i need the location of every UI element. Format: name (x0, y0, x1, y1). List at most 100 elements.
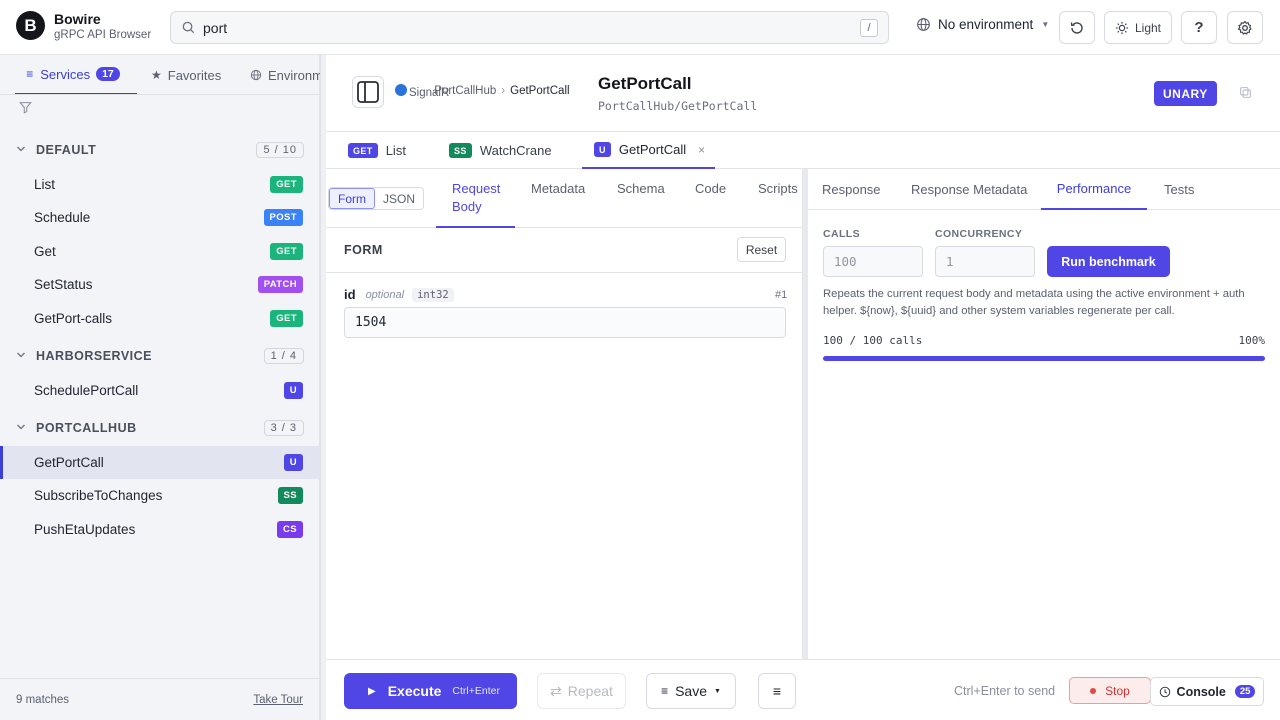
calls-label: CALLS (823, 228, 860, 240)
response-panel: Response Response Metadata Performance T… (808, 169, 1280, 659)
tab-request-body-line2: Body (452, 199, 482, 214)
chevron-down-icon (17, 352, 25, 358)
tab-performance[interactable]: Performance (1041, 169, 1147, 210)
method-kind-badge: UNARY (1154, 81, 1217, 106)
sidebar-tabs: ≡ Services 17 ★ Favorites Environments (0, 55, 320, 95)
menu-icon: ≡ (772, 683, 782, 699)
request-tab-watchcrane[interactable]: SS WatchCrane (449, 132, 552, 169)
environment-select[interactable]: No environment ▼ (916, 17, 1049, 32)
progress-percent: 100% (1238, 334, 1266, 347)
chevron-down-icon: ▼ (1041, 20, 1050, 29)
menu-button[interactable]: ≡ (758, 673, 796, 709)
group-header-portcallhub[interactable]: PORTCALLHUB 3 / 3 (0, 413, 320, 443)
list-icon: ≡ (26, 67, 34, 81)
mode-form-button[interactable]: Form (329, 188, 375, 209)
tab-services[interactable]: ≡ Services 17 (15, 55, 137, 94)
globe-icon (917, 18, 930, 31)
group-count: 1 / 4 (263, 348, 304, 364)
list-item-pushetaupdates[interactable]: PushEtaUpdates CS (0, 513, 320, 546)
tab-request-body[interactable]: Request Body (436, 169, 515, 228)
list-item-getport-calls[interactable]: GetPort-calls GET (0, 302, 320, 335)
tab-favorites[interactable]: ★ Favorites (151, 55, 221, 94)
repeat-icon: ⇄ (550, 682, 562, 699)
method-badge-post: POST (263, 209, 303, 226)
tab-metadata[interactable]: Metadata (531, 181, 585, 196)
stop-icon (1090, 687, 1097, 694)
tab-schema[interactable]: Schema (617, 181, 665, 196)
help-icon: ? (1194, 19, 1204, 36)
method-badge-get: GET (270, 176, 303, 193)
request-tab-label: GetPortCall (618, 142, 687, 157)
top-bar: B Bowire gRPC API Browser / No environme… (0, 0, 1280, 55)
list-icon: ≡ (661, 684, 669, 698)
reset-button[interactable]: Reset (737, 237, 786, 262)
progress-text: 100 / 100 calls (823, 334, 923, 347)
id-field[interactable]: 1504 (344, 307, 786, 338)
tab-code[interactable]: Code (695, 181, 726, 196)
repeat-button[interactable]: ⇄ Repeat (537, 673, 626, 709)
tab-tests[interactable]: Tests (1164, 169, 1194, 210)
concurrency-input[interactable]: 1 (935, 246, 1035, 277)
group-header-default[interactable]: DEFAULT 5 / 10 (0, 135, 320, 165)
list-item-get[interactable]: Get GET (0, 235, 320, 268)
clock-icon (1159, 686, 1170, 697)
save-button[interactable]: ≡ Save ▼ (646, 673, 736, 709)
console-label: Console (1176, 684, 1226, 699)
calls-input[interactable]: 100 (823, 246, 923, 277)
mode-json-button[interactable]: JSON (375, 188, 423, 209)
list-item-list[interactable]: List GET (0, 168, 320, 201)
run-benchmark-button[interactable]: Run benchmark (1047, 246, 1170, 277)
field-name: id (344, 287, 356, 302)
close-icon[interactable]: × (698, 143, 705, 157)
search-input[interactable] (203, 17, 823, 39)
request-tab-list[interactable]: GET List (348, 132, 406, 169)
field-optional-tag: optional (365, 288, 405, 301)
list-item-subscribetochanges[interactable]: SubscribeToChanges SS (0, 479, 320, 512)
list-item-getportcall[interactable]: GetPortCall U (0, 446, 320, 479)
method-badge-get: GET (270, 243, 303, 260)
group-name: DEFAULT (36, 143, 97, 157)
method-name: List (34, 177, 56, 192)
main-panel: SignalR PortCallHub › GetPortCall GetPor… (326, 55, 1280, 720)
tab-request-body-line1: Request (452, 181, 501, 196)
sidebar: ≡ Services 17 ★ Favorites Environments D… (0, 55, 320, 720)
request-tab-getportcall[interactable]: U GetPortCall × (582, 132, 715, 169)
sun-icon (1115, 21, 1129, 34)
concurrency-label: CONCURRENCY (935, 228, 1023, 240)
method-badge-unary: U (283, 454, 303, 471)
theme-toggle-button[interactable]: Light (1104, 11, 1172, 44)
tab-response-metadata[interactable]: Response Metadata (911, 169, 1027, 210)
tab-request-body-label: Request Body (452, 180, 500, 216)
method-badge-server-stream: SS (449, 143, 472, 158)
sidebar-toggle-button[interactable] (352, 76, 384, 108)
signalr-icon (395, 84, 407, 96)
group-count: 5 / 10 (256, 142, 304, 158)
method-name: GetPort-calls (34, 311, 113, 326)
page-title: GetPortCall (598, 74, 692, 93)
list-item-scheduleportcall[interactable]: SchedulePortCall U (0, 374, 320, 407)
history-button[interactable] (1059, 11, 1095, 44)
tab-response[interactable]: Response (822, 169, 881, 210)
list-item-setstatus[interactable]: SetStatus PATCH (0, 268, 320, 301)
take-tour-link[interactable]: Take Tour (253, 694, 303, 706)
tab-environments[interactable]: Environments (250, 55, 320, 94)
stop-button[interactable]: Stop (1069, 677, 1151, 704)
star-icon: ★ (151, 68, 162, 82)
copy-icon[interactable] (1239, 86, 1252, 99)
services-count-badge: 17 (96, 67, 120, 81)
settings-button[interactable] (1227, 11, 1263, 44)
group-header-harborservice[interactable]: HARBORSERVICE 1 / 4 (0, 341, 320, 371)
tab-scripts[interactable]: Scripts (758, 181, 798, 196)
form-header: FORM Reset (326, 228, 803, 273)
help-button[interactable]: ? (1181, 11, 1217, 44)
console-button[interactable]: Console 25 (1150, 677, 1264, 706)
environment-label: No environment (938, 17, 1034, 32)
chevron-down-icon (17, 146, 25, 152)
gear-icon (1237, 20, 1252, 35)
filter-icon[interactable] (19, 101, 32, 114)
list-item-schedule[interactable]: Schedule POST (0, 201, 320, 234)
method-name: SetStatus (34, 277, 93, 292)
response-tabs: Response Response Metadata Performance T… (808, 169, 1280, 210)
execute-button[interactable]: ▶ Execute Ctrl+Enter (344, 673, 517, 709)
breadcrumb-method: GetPortCall (510, 85, 570, 97)
